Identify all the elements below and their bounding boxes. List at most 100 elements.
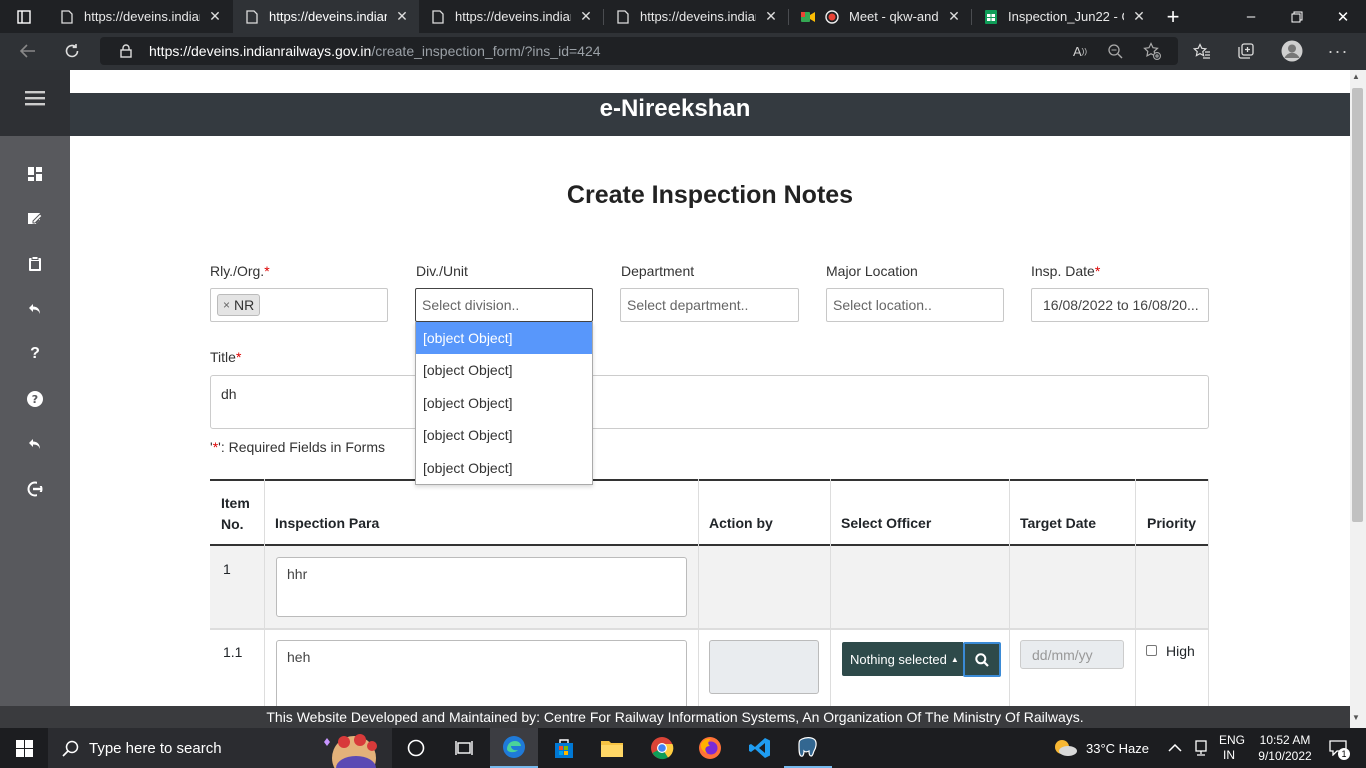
brand-title: e-Nireekshan [599, 95, 751, 122]
help-icon[interactable]: ? [22, 342, 48, 366]
collections-icon[interactable] [1232, 37, 1260, 65]
tray-overflow-icon[interactable] [1168, 728, 1182, 768]
required-note: '*': Required Fields in Forms [210, 439, 385, 455]
title-textarea[interactable]: dh [210, 375, 1209, 429]
menu-toggle-icon[interactable] [22, 86, 48, 110]
scroll-down-icon[interactable]: ▼ [1352, 713, 1360, 722]
col-priority: Priority [1147, 515, 1197, 531]
tab-actions-icon[interactable] [0, 0, 48, 33]
read-aloud-icon[interactable]: A)) [1066, 37, 1094, 65]
lock-icon[interactable] [112, 37, 140, 65]
division-select[interactable]: Select division.. [415, 288, 593, 322]
close-tab-icon[interactable]: ✕ [395, 8, 409, 25]
rly-chip[interactable]: × NR [217, 294, 261, 316]
division-option[interactable]: [object Object] [416, 354, 592, 386]
store-icon[interactable] [540, 728, 588, 768]
zoom-out-icon[interactable] [1101, 37, 1129, 65]
browser-tab[interactable]: Meet - qkw-andk ✕ [789, 0, 971, 33]
target-date-input[interactable]: dd/mm/yy [1020, 640, 1124, 669]
browser-tab[interactable]: https://deveins.indianr ✕ [419, 0, 603, 33]
more-options-icon[interactable]: ··· [1324, 37, 1352, 65]
rly-chip-label: NR [234, 297, 255, 313]
firefox-icon[interactable] [686, 728, 734, 768]
para-textarea[interactable]: heh [276, 640, 687, 706]
item-no: 1 [223, 561, 231, 577]
tab-title: https://deveins.indianr [269, 9, 387, 24]
clock[interactable]: 10:52 AM 9/10/2022 [1254, 728, 1316, 768]
page-icon [431, 9, 445, 24]
tab-title: https://deveins.indianr [455, 9, 571, 24]
clipboard-icon[interactable] [22, 252, 48, 276]
insp-date-input[interactable]: 16/08/2022 to 16/08/20... [1031, 288, 1209, 322]
windows-start-icon[interactable] [0, 728, 48, 768]
search-icon [62, 740, 79, 757]
browser-tab[interactable]: Inspection_Jun22 - Go ✕ [972, 0, 1156, 33]
question-circle-icon[interactable]: ? [22, 387, 48, 411]
close-tab-icon[interactable]: ✕ [579, 8, 593, 25]
cortana-icon[interactable] [392, 728, 440, 768]
tab-title: https://deveins.indianr [84, 9, 200, 24]
close-tab-icon[interactable]: ✕ [208, 8, 222, 25]
add-favorite-icon[interactable] [1138, 37, 1166, 65]
clock-time: 10:52 AM [1259, 733, 1311, 747]
url-text: https://deveins.indianrailways.gov.in/cr… [149, 43, 601, 59]
back-icon[interactable] [14, 37, 42, 65]
para-textarea[interactable]: hhr [276, 557, 687, 617]
logout-icon[interactable] [22, 477, 48, 501]
chrome-icon[interactable] [638, 728, 686, 768]
tab-title: Inspection_Jun22 - Go [1008, 9, 1124, 24]
weather-widget[interactable]: 33°C Haze [1052, 728, 1149, 768]
division-option[interactable]: [object Object] [416, 452, 592, 484]
division-option[interactable]: [object Object] [416, 419, 592, 451]
vscode-icon[interactable] [736, 728, 784, 768]
recording-icon [825, 9, 839, 24]
profile-avatar[interactable] [1278, 37, 1306, 65]
close-tab-icon[interactable]: ✕ [947, 8, 961, 25]
officer-search-button[interactable] [963, 642, 1001, 677]
officer-select[interactable]: Nothing selected ▲ [842, 642, 963, 676]
region-code: IN [1223, 748, 1235, 762]
notifications-icon[interactable]: 1 [1324, 728, 1352, 768]
notification-badge: 1 [1338, 748, 1350, 760]
browser-tab-active[interactable]: https://deveins.indianr ✕ [233, 0, 419, 33]
browser-tab[interactable]: https://deveins.indianr ✕ [604, 0, 788, 33]
task-view-icon[interactable] [440, 728, 488, 768]
close-window-icon[interactable]: ✕ [1320, 0, 1366, 33]
date-label: Insp. Date* [1031, 263, 1101, 279]
caret-up-icon: ▲ [950, 654, 959, 664]
priority-high-checkbox[interactable] [1146, 645, 1157, 656]
taskbar-search[interactable]: Type here to search [48, 728, 392, 768]
sheets-icon [984, 9, 998, 24]
action-by-textarea[interactable] [709, 640, 819, 694]
network-icon[interactable] [1194, 728, 1208, 768]
minimize-icon[interactable]: – [1228, 0, 1274, 33]
division-option[interactable]: [object Object] [416, 387, 592, 419]
restore-icon[interactable] [1274, 0, 1320, 33]
browser-tab[interactable]: https://deveins.indianr ✕ [48, 0, 232, 33]
url-host: https://deveins.indianrailways.gov.in [149, 43, 372, 59]
dashboard-icon[interactable] [22, 162, 48, 186]
location-select[interactable]: Select location.. [826, 288, 1004, 322]
reply-icon[interactable] [22, 297, 48, 321]
col-action-by: Action by [709, 515, 773, 531]
postgres-icon[interactable] [784, 728, 832, 768]
refresh-icon[interactable] [58, 37, 86, 65]
scroll-up-icon[interactable]: ▲ [1352, 72, 1360, 81]
reply-icon-2[interactable] [22, 432, 48, 456]
file-explorer-icon[interactable] [588, 728, 636, 768]
edit-note-icon[interactable] [22, 207, 48, 231]
scrollbar-thumb[interactable] [1352, 88, 1363, 522]
url-path: /create_inspection_form/?ins_id=424 [371, 43, 601, 59]
title-label: Title* [210, 349, 242, 365]
favorites-icon[interactable] [1188, 37, 1216, 65]
department-select[interactable]: Select department.. [620, 288, 799, 322]
inspection-table: Item No. Inspection Para Action by Select… [210, 479, 1209, 706]
new-tab-icon[interactable]: + [1156, 0, 1190, 33]
rly-select[interactable]: × NR [210, 288, 388, 322]
division-option[interactable]: [object Object] [416, 322, 592, 355]
close-tab-icon[interactable]: ✕ [764, 8, 778, 25]
remove-chip-icon[interactable]: × [223, 298, 230, 312]
edge-taskbar-icon[interactable] [490, 728, 538, 768]
language-indicator[interactable]: ENG IN [1219, 728, 1245, 768]
close-tab-icon[interactable]: ✕ [1132, 8, 1146, 25]
